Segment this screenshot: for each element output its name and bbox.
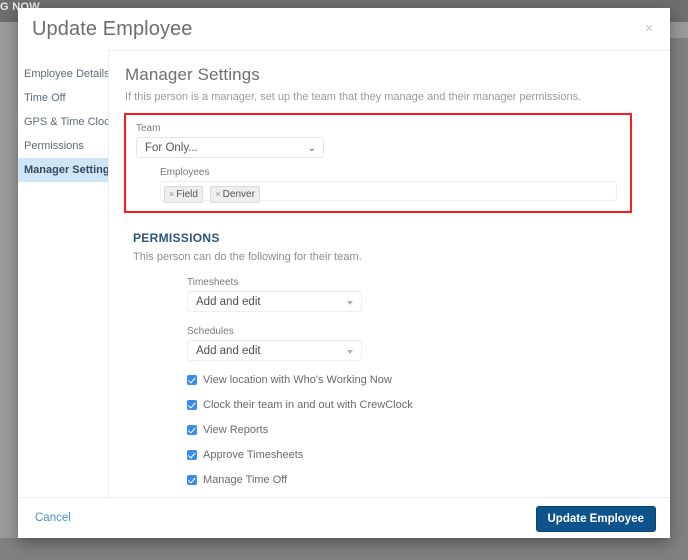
employee-tag-label: Field bbox=[176, 189, 198, 200]
remove-tag-icon[interactable]: × bbox=[215, 189, 220, 199]
checkbox-label: Approve Timesheets bbox=[203, 449, 304, 461]
checkbox-label: Manage Time Off bbox=[203, 474, 288, 486]
schedules-label: Schedules bbox=[187, 326, 234, 337]
cancel-button[interactable]: Cancel bbox=[35, 512, 71, 524]
schedules-permission-group: Schedules Add and edit bbox=[187, 326, 656, 361]
checkbox-crewclock[interactable]: Clock their team in and out with CrewClo… bbox=[187, 399, 656, 411]
update-employee-modal: Update Employee × Employee Details Time … bbox=[18, 8, 670, 538]
checkbox-label: View location with Who's Working Now bbox=[203, 374, 392, 386]
employee-tag-field[interactable]: × Field bbox=[164, 186, 203, 203]
team-highlight-region: Team For Only... ⌄ Employees × Field × Den… bbox=[124, 113, 632, 213]
sidebar-item-gps-time-clock[interactable]: GPS & Time Clock bbox=[18, 110, 115, 134]
team-select-value: For Only... bbox=[145, 142, 198, 154]
team-select[interactable]: For Only... ⌄ bbox=[136, 137, 324, 158]
checkbox-icon[interactable] bbox=[187, 425, 197, 435]
background-left-column bbox=[0, 22, 18, 538]
timesheets-select-value: Add and edit bbox=[196, 296, 261, 308]
sidebar-item-employee-details[interactable]: Employee Details bbox=[18, 62, 110, 86]
caret-down-icon bbox=[347, 301, 353, 305]
checkbox-view-reports[interactable]: View Reports bbox=[187, 424, 656, 436]
employee-tag-denver[interactable]: × Denver bbox=[210, 186, 260, 203]
page-title: Update Employee bbox=[32, 18, 193, 40]
permissions-heading: PERMISSIONS bbox=[133, 231, 220, 245]
schedules-select-value: Add and edit bbox=[196, 345, 261, 357]
caret-down-icon bbox=[347, 350, 353, 354]
team-label: Team bbox=[136, 123, 161, 134]
employees-label: Employees bbox=[160, 167, 210, 178]
remove-tag-icon[interactable]: × bbox=[169, 189, 174, 199]
timesheets-permission-group: Timesheets Add and edit bbox=[187, 277, 656, 312]
checkbox-label: View Reports bbox=[203, 424, 269, 436]
close-icon[interactable]: × bbox=[641, 21, 657, 37]
checkbox-manage-time-off[interactable]: Manage Time Off bbox=[187, 474, 656, 486]
checkbox-icon[interactable] bbox=[187, 375, 197, 385]
employees-tag-input[interactable]: × Field × Denver bbox=[160, 181, 617, 203]
schedules-select[interactable]: Add and edit bbox=[187, 340, 362, 361]
permissions-description: This person can do the following for the… bbox=[133, 251, 362, 263]
checkbox-icon[interactable] bbox=[187, 475, 197, 485]
sidebar-item-permissions[interactable]: Permissions bbox=[18, 134, 108, 158]
modal-body: Employee Details Time Off GPS & Time Clo… bbox=[18, 50, 670, 497]
timesheets-select[interactable]: Add and edit bbox=[187, 291, 362, 312]
modal-header: Update Employee × bbox=[18, 8, 670, 50]
checkbox-approve-timesheets[interactable]: Approve Timesheets bbox=[187, 449, 656, 461]
modal-content: Manager Settings If this person is a man… bbox=[108, 50, 670, 497]
modal-sidebar: Employee Details Time Off GPS & Time Clo… bbox=[18, 50, 116, 497]
employees-group: Employees × Field × Denver bbox=[136, 167, 620, 203]
section-description: If this person is a manager, set up the … bbox=[125, 91, 582, 103]
sidebar-item-time-off[interactable]: Time Off bbox=[18, 86, 108, 110]
update-employee-button[interactable]: Update Employee bbox=[535, 506, 656, 532]
timesheets-label: Timesheets bbox=[187, 277, 239, 288]
checkbox-icon[interactable] bbox=[187, 450, 197, 460]
checkbox-label: Clock their team in and out with CrewClo… bbox=[203, 399, 413, 411]
chevron-down-icon: ⌄ bbox=[307, 143, 316, 154]
sidebar-item-manager-settings[interactable]: Manager Settings bbox=[18, 158, 116, 182]
checkbox-icon[interactable] bbox=[187, 400, 197, 410]
employee-tag-label: Denver bbox=[222, 189, 255, 200]
checkbox-view-location[interactable]: View location with Who's Working Now bbox=[187, 374, 656, 386]
section-heading: Manager Settings bbox=[125, 65, 260, 84]
modal-footer: Cancel Update Employee bbox=[18, 497, 670, 539]
